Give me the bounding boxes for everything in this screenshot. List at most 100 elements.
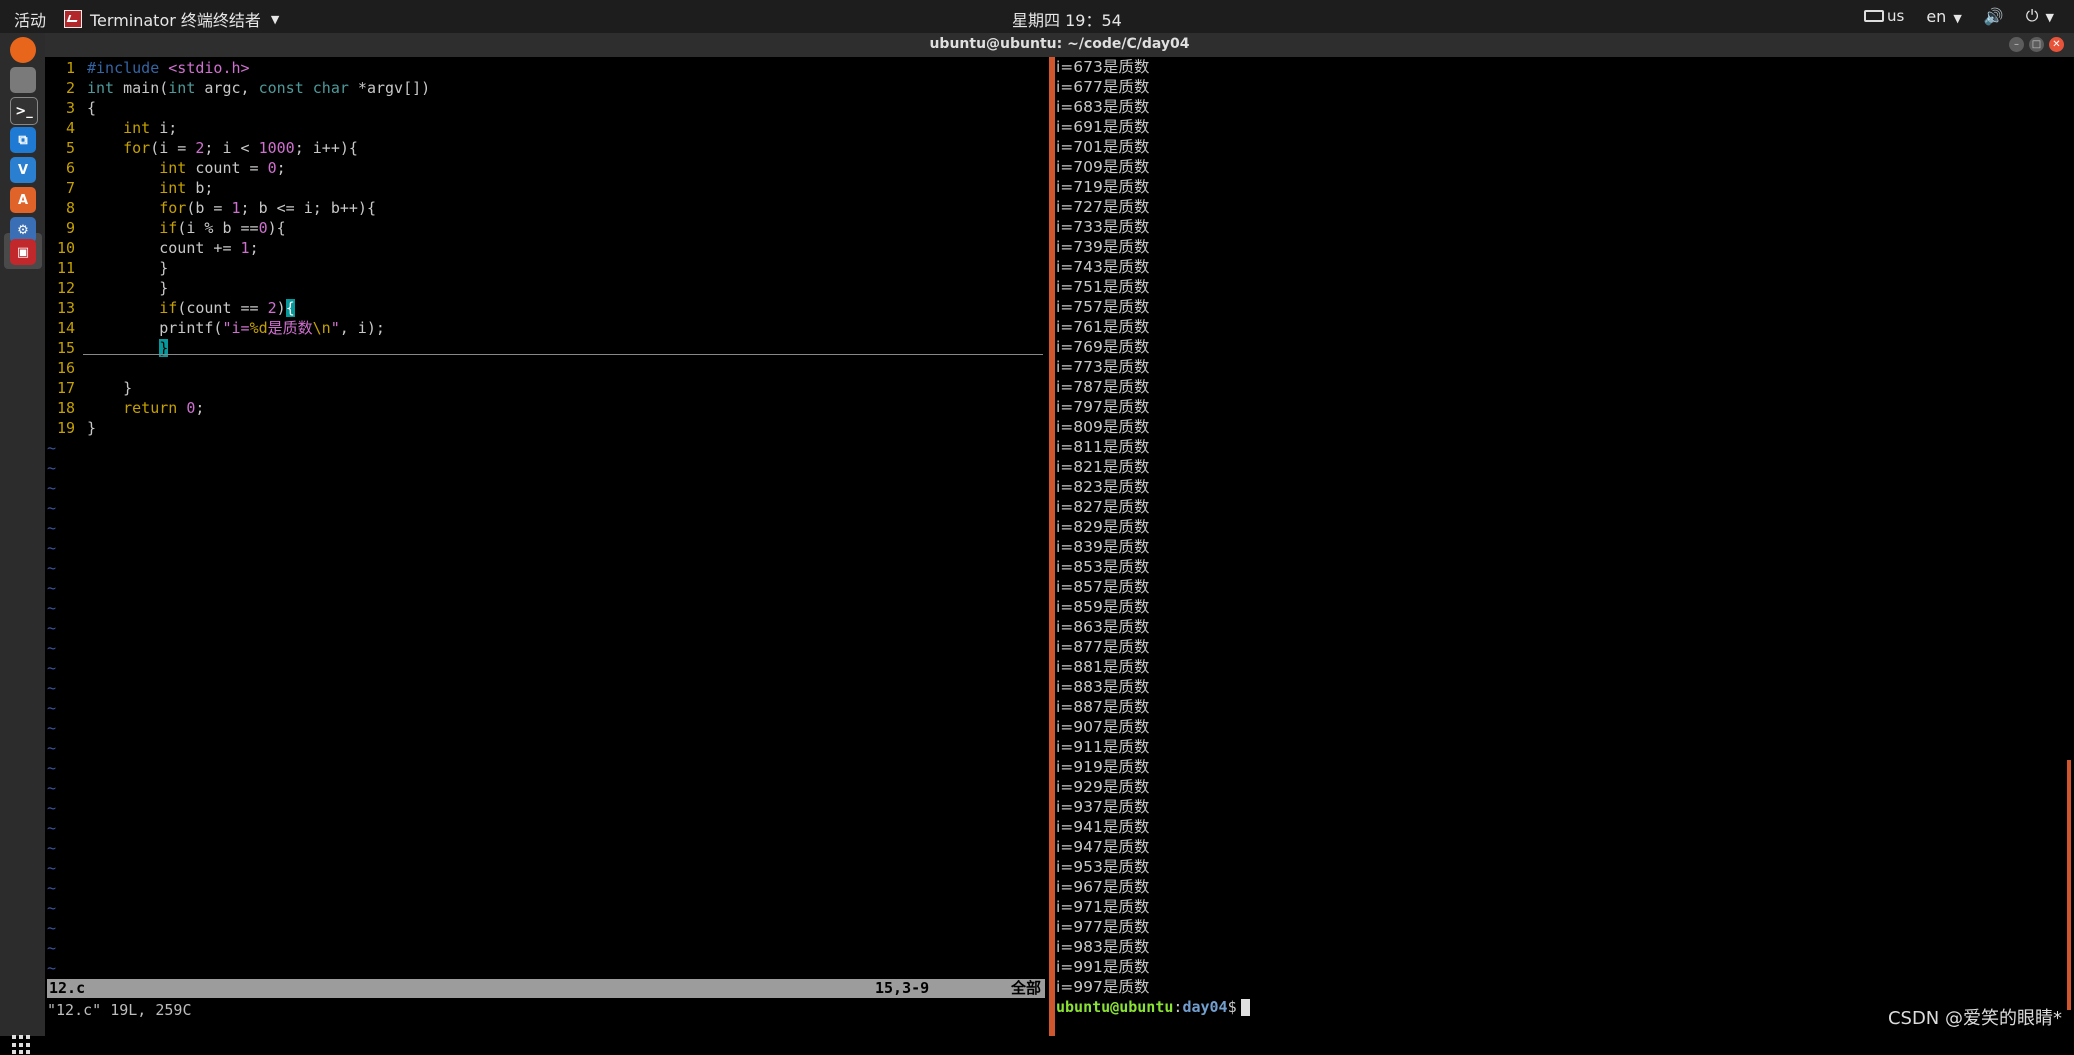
chevron-down-icon: ▼ <box>270 12 280 26</box>
output-line: i=727是质数 <box>1056 198 1150 216</box>
code-token: (i % b == <box>177 219 259 237</box>
empty-line-marker: ~ <box>47 699 57 717</box>
line-number: 6 <box>65 159 75 177</box>
power-menu[interactable]: ⏻ ▼ <box>2026 6 2054 26</box>
output-line: i=743是质数 <box>1056 258 1150 276</box>
code-token: return <box>123 399 178 417</box>
terminal-scrollbar[interactable] <box>2067 760 2071 1010</box>
code-line[interactable]: 1 #include <stdio.h> <box>45 58 250 78</box>
empty-line-marker: ~ <box>47 879 57 897</box>
code-token: 0 <box>267 159 277 177</box>
vim-command-line[interactable]: "12.c" 19L, 259C <box>47 1001 192 1019</box>
code-token: (i = <box>150 139 196 157</box>
terminator-app-icon <box>64 10 82 28</box>
code-token: count += <box>87 239 241 257</box>
code-token: argc, <box>195 79 259 97</box>
code-line[interactable]: 17 } <box>45 378 132 398</box>
code-token: *argv[]) <box>348 79 431 97</box>
code-line[interactable]: 18 return 0; <box>45 398 204 418</box>
line-number: 5 <box>65 139 75 157</box>
code-token: int <box>123 119 151 137</box>
files-icon[interactable] <box>10 67 36 93</box>
empty-line-marker: ~ <box>47 779 57 797</box>
output-line: i=769是质数 <box>1056 338 1150 356</box>
line-number: 1 <box>65 59 75 77</box>
code-token: \n <box>312 319 331 337</box>
output-line: i=941是质数 <box>1056 818 1150 836</box>
code-token: ; b <= i; b++){ <box>240 199 376 217</box>
code-line[interactable]: 9 if(i % b ==0){ <box>45 218 286 238</box>
vc-icon[interactable]: V <box>10 157 36 183</box>
app-menu[interactable]: Terminator 终端终结者 ▼ <box>64 7 279 31</box>
code-line[interactable]: 19} <box>45 418 96 438</box>
vscode-icon[interactable]: ⧉ <box>10 127 36 153</box>
code-line[interactable]: 8 for(b = 1; b <= i; b++){ <box>45 198 376 218</box>
code-token: i; <box>150 119 178 137</box>
output-line: i=797是质数 <box>1056 398 1150 416</box>
empty-line-marker: ~ <box>47 799 57 817</box>
close-button[interactable]: ✕ <box>2049 37 2064 52</box>
activities-button[interactable]: 活动 <box>14 7 46 31</box>
prompt-dollar: $ <box>1227 998 1237 1016</box>
output-line: i=673是质数 <box>1056 58 1150 76</box>
output-line: i=811是质数 <box>1056 438 1150 456</box>
code-line[interactable]: 5 for(i = 2; i < 1000; i++){ <box>45 138 358 158</box>
line-number: 15 <box>56 339 75 357</box>
language-indicator[interactable]: en ▼ <box>1926 7 1962 26</box>
window-title-bar[interactable]: ubuntu@ubuntu: ~/code/C/day04 – □ ✕ <box>45 33 2074 57</box>
code-line[interactable]: 2 int main(int argc, const char *argv[]) <box>45 78 430 98</box>
empty-line-marker: ~ <box>47 499 57 517</box>
vim-editor-pane[interactable]: 1 #include <stdio.h> 2 int main(int argc, c… <box>45 57 1048 1036</box>
code-token: ) <box>276 299 286 317</box>
terminator-icon[interactable]: ▣ <box>10 239 36 265</box>
code-line[interactable]: 13 if(count == 2){ <box>45 298 295 318</box>
output-line: i=761是质数 <box>1056 318 1150 336</box>
code-line[interactable]: 7 int b; <box>45 178 213 198</box>
code-line[interactable]: 15 } <box>45 338 169 358</box>
dock: >_ ⧉ V A ⚙ ▣ <box>0 33 45 1055</box>
code-line[interactable]: 4 int i; <box>45 118 177 138</box>
code-token: ; <box>276 159 286 177</box>
output-line: i=857是质数 <box>1056 578 1150 596</box>
code-token: 2 <box>267 299 277 317</box>
empty-line-marker: ~ <box>47 439 57 457</box>
code-line[interactable]: 10 count += 1; <box>45 238 259 258</box>
keyboard-indicator[interactable]: us <box>1863 7 1904 25</box>
output-line: i=911是质数 <box>1056 738 1150 756</box>
code-line[interactable]: 16 <box>45 358 87 378</box>
code-token: const char <box>258 79 349 97</box>
terminal-pane[interactable]: i=673是质数 i=677是质数 i=683是质数 i=691是质数 i=701是质数… <box>1055 57 2074 1036</box>
line-number: 11 <box>56 259 75 277</box>
code-line[interactable]: 3{ <box>45 98 96 118</box>
code-token: <stdio.h> <box>168 59 250 77</box>
show-applications-icon[interactable] <box>12 1035 32 1055</box>
code-token: " <box>330 319 340 337</box>
volume-icon[interactable]: 🔊 <box>1984 7 2004 26</box>
empty-line-marker: ~ <box>47 579 57 597</box>
terminal-icon[interactable]: >_ <box>10 97 38 125</box>
empty-line-marker: ~ <box>47 519 57 537</box>
cursor-line <box>83 354 1043 355</box>
empty-line-marker: ~ <box>47 959 57 977</box>
output-line: i=773是质数 <box>1056 358 1150 376</box>
software-center-icon[interactable]: A <box>10 187 36 213</box>
empty-line-marker: ~ <box>47 719 57 737</box>
code-line[interactable]: 11 } <box>45 258 168 278</box>
minimize-button[interactable]: – <box>2009 37 2024 52</box>
firefox-icon[interactable] <box>10 37 36 63</box>
line-number: 13 <box>56 299 75 317</box>
code-line[interactable]: 6 int count = 0; <box>45 158 286 178</box>
output-line: i=947是质数 <box>1056 838 1150 856</box>
clock[interactable]: 星期四 19：54 <box>1012 7 1122 31</box>
maximize-button[interactable]: □ <box>2029 37 2044 52</box>
code-token: %d <box>249 319 268 337</box>
code-line[interactable]: 12 } <box>45 278 168 298</box>
shell-prompt[interactable]: ubuntu@ubuntu:day04$ <box>1056 997 1250 1017</box>
output-line: i=739是质数 <box>1056 238 1150 256</box>
code-token: 0 <box>258 219 268 237</box>
code-line[interactable]: 14 printf("i=%d是质数\n", i); <box>45 318 385 338</box>
